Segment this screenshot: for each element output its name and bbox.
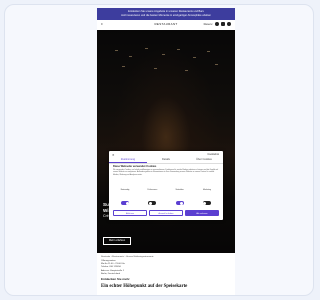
toggle-switch[interactable] <box>148 201 157 205</box>
cookie-consent-dialog: ✕ Cookiebot Zustimmung Details Über Cook… <box>109 151 223 220</box>
tab-details[interactable]: Details <box>147 158 185 163</box>
toggle-switch[interactable] <box>202 201 211 205</box>
toggle-label: Präferenzen <box>147 189 158 191</box>
toggle-label: Marketing <box>203 189 211 191</box>
globe-icon[interactable] <box>227 22 231 26</box>
toggle-marketing: Marketing <box>195 189 219 210</box>
cookie-tabs: Zustimmung Details Über Cookies <box>109 158 223 164</box>
close-icon[interactable]: ✕ <box>112 153 115 157</box>
preview-card: Entdecken Sie unsere Angebote in unseren… <box>4 4 314 296</box>
toggle-switch[interactable] <box>175 201 184 205</box>
info-line: Berlin, Deutschland <box>101 272 120 275</box>
cookie-toggles: Notwendig Präferenzen Statistiken Market… <box>113 189 219 210</box>
cookie-buttons: Ablehnen Auswahl erlauben Alle zulassen <box>113 210 219 216</box>
decline-button[interactable]: Ablehnen <box>113 210 147 216</box>
cookie-brand: Cookiebot <box>207 153 219 156</box>
promo-bar[interactable]: Entdecken Sie unsere Angebote in unseren… <box>97 8 235 20</box>
breadcrumb[interactable]: Startseite › Restaurants › Unsere Erlebn… <box>101 256 154 258</box>
cookie-heading: Diese Webseite verwendet Cookies <box>113 165 157 168</box>
hero-button[interactable]: Mehr erfahren <box>103 237 131 245</box>
allow-selection-button[interactable]: Auswahl erlauben <box>149 210 183 216</box>
mobile-page: Entdecken Sie unsere Angebote in unseren… <box>97 8 235 295</box>
toggle-necessary: Notwendig <box>113 189 137 210</box>
tab-about[interactable]: Über Cookies <box>185 158 223 163</box>
promo-line-2: Jetzt reservieren und die besten Momente… <box>121 13 211 17</box>
menu-icon[interactable]: ≡ <box>101 22 103 26</box>
header-actions: Reserv. <box>204 22 231 26</box>
user-icon[interactable] <box>215 22 219 26</box>
toggle-preferences: Präferenzen <box>140 189 164 210</box>
tab-consent[interactable]: Zustimmung <box>109 158 147 163</box>
hero-section: Sue · Vorherte weder Willkommen am Coram… <box>97 30 235 253</box>
toggle-label: Statistiken <box>175 189 184 191</box>
allow-all-button[interactable]: Alle zulassen <box>185 210 219 216</box>
toggle-label: Notwendig <box>120 189 130 191</box>
toggle-switch[interactable] <box>121 201 129 205</box>
cookie-text: Wir verwenden Cookies, um Inhalte und An… <box>113 169 219 176</box>
section-title: Ein echter Höhepunkt auf der Speisekarte <box>101 284 188 289</box>
cart-icon[interactable] <box>221 22 225 26</box>
toggle-statistics: Statistiken <box>168 189 192 210</box>
discover-link[interactable]: Entdecken Sie mehr <box>101 277 130 281</box>
content-section: Startseite › Restaurants › Unsere Erlebn… <box>97 253 235 295</box>
info-lines: Öffnungszeiten Mo-So 11:00 - 23:00 Uhr T… <box>101 260 125 276</box>
site-logo[interactable]: RESTAURANT <box>151 22 181 27</box>
reserve-link[interactable]: Reserv. <box>204 22 213 26</box>
